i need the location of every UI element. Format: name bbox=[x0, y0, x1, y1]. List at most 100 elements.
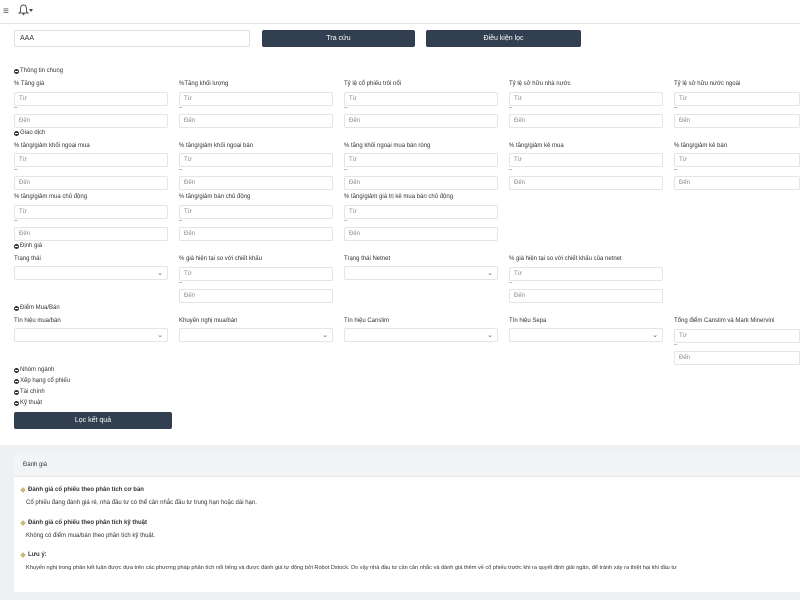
range-dash: – bbox=[179, 218, 183, 224]
to-input[interactable]: Đến bbox=[14, 176, 168, 190]
to-input[interactable]: Đến bbox=[14, 114, 168, 128]
from-input[interactable]: Từ bbox=[344, 153, 498, 167]
status-select[interactable]: ⌄ bbox=[14, 266, 168, 280]
field-label: % tăng/giảm khối ngoại bán bbox=[179, 143, 254, 149]
to-input[interactable]: Đến bbox=[344, 114, 498, 128]
section-trading[interactable]: Giao dịch bbox=[14, 130, 45, 136]
evaluation-text: Cổ phiếu đang đánh giá rẻ, nhà đầu tư có… bbox=[26, 500, 257, 506]
filter-conditions-button[interactable]: Điều kiện lọc bbox=[426, 30, 581, 47]
to-input[interactable]: Đến bbox=[179, 114, 333, 128]
to-input[interactable]: Đến bbox=[674, 114, 800, 128]
evaluation-title: Đánh giá bbox=[23, 462, 48, 468]
search-input[interactable]: AAA bbox=[14, 30, 250, 47]
from-input[interactable]: Từ bbox=[179, 205, 333, 219]
field-label: Trạng thái Netnet bbox=[344, 256, 391, 262]
section-buy-sell-points[interactable]: Điểm Mua/Bán bbox=[14, 305, 60, 311]
filter-results-button[interactable]: Lọc kết quả bbox=[14, 412, 172, 429]
to-input[interactable]: Đến bbox=[179, 176, 333, 190]
field-label: Tín hiệu mua/bán bbox=[14, 318, 61, 324]
field-label: %Tăng khối lượng bbox=[179, 81, 229, 87]
field-label: % giá hiện tại so với chiết khấu bbox=[179, 256, 262, 262]
evaluation-heading: Lưu ý: bbox=[28, 552, 47, 558]
section-technical[interactable]: Kỹ thuật bbox=[14, 400, 42, 406]
to-input[interactable]: Đến bbox=[509, 176, 663, 190]
to-input[interactable]: Đến bbox=[509, 114, 663, 128]
field-label: % tăng/giảm kê mua bbox=[509, 143, 564, 149]
section-label: Xếp hạng cổ phiếu bbox=[20, 378, 71, 384]
from-input[interactable]: Từ bbox=[674, 92, 800, 106]
bottom-strip bbox=[0, 594, 800, 600]
canslim-signal-select[interactable]: ⌄ bbox=[344, 328, 498, 342]
sepa-signal-select[interactable]: ⌄ bbox=[509, 328, 663, 342]
field-label: Trạng thái bbox=[14, 256, 41, 262]
field-label: Tỷ lệ sở hữu nước ngoài bbox=[674, 81, 741, 87]
evaluation-heading: Đánh giá cổ phiếu theo phân tích cơ bản bbox=[28, 487, 144, 493]
from-input[interactable]: Từ bbox=[509, 153, 663, 167]
range-dash: – bbox=[509, 280, 513, 286]
from-input[interactable]: Từ bbox=[179, 92, 333, 106]
to-input[interactable]: Đến bbox=[344, 176, 498, 190]
field-label: % tăng/giảm mua chủ động bbox=[14, 194, 88, 200]
from-input[interactable]: Từ bbox=[674, 329, 800, 343]
recommendation-select[interactable]: ⌄ bbox=[179, 328, 333, 342]
to-input[interactable]: Đến bbox=[674, 351, 800, 365]
section-label: Tài chính bbox=[20, 389, 45, 395]
range-dash: – bbox=[344, 218, 348, 224]
evaluation-text: Khuyến nghị trong phần kết luận được dựa… bbox=[26, 565, 677, 571]
chevron-down-icon[interactable] bbox=[29, 9, 33, 12]
bullet-diamond-icon bbox=[20, 552, 26, 558]
to-input[interactable]: Đến bbox=[509, 289, 663, 303]
from-input[interactable]: Từ bbox=[509, 92, 663, 106]
to-input[interactable]: Đến bbox=[179, 227, 333, 241]
lookup-button[interactable]: Tra cứu bbox=[262, 30, 415, 47]
field-label: % tăng/giảm giá trị kê mua bán chủ động bbox=[344, 194, 454, 200]
evaluation-header: Đánh giá bbox=[14, 453, 800, 477]
from-input[interactable]: Từ bbox=[14, 205, 168, 219]
section-valuation[interactable]: Định giá bbox=[14, 243, 42, 249]
buy-sell-signal-select[interactable]: ⌄ bbox=[14, 328, 168, 342]
from-input[interactable]: Từ bbox=[674, 153, 800, 167]
from-input[interactable]: Từ bbox=[344, 92, 498, 106]
hamburger-icon[interactable]: ≡ bbox=[3, 6, 9, 17]
collapse-icon bbox=[14, 130, 19, 136]
section-label: Nhóm ngành bbox=[20, 367, 55, 373]
section-label: Thông tin chung bbox=[20, 68, 64, 74]
chevron-down-icon: ⌄ bbox=[487, 332, 493, 339]
chevron-down-icon: ⌄ bbox=[157, 270, 163, 277]
field-label: Tín hiệu Sepa bbox=[509, 318, 547, 324]
section-stock-ranking[interactable]: Xếp hạng cổ phiếu bbox=[14, 378, 70, 384]
collapse-icon bbox=[14, 305, 19, 311]
from-input[interactable]: Từ bbox=[179, 267, 333, 281]
expand-icon bbox=[14, 378, 19, 384]
range-dash: – bbox=[344, 167, 348, 173]
range-dash: – bbox=[14, 167, 18, 173]
section-industry-group[interactable]: Nhóm ngành bbox=[14, 367, 54, 373]
from-input[interactable]: Từ bbox=[14, 92, 168, 106]
chevron-down-icon: ⌄ bbox=[652, 332, 658, 339]
from-input[interactable]: Từ bbox=[509, 267, 663, 281]
section-finance[interactable]: Tài chính bbox=[14, 389, 45, 395]
to-input[interactable]: Đến bbox=[14, 227, 168, 241]
to-input[interactable]: Đến bbox=[674, 176, 800, 190]
chevron-down-icon: ⌄ bbox=[322, 332, 328, 339]
field-label: Khuyến nghị mua/bán bbox=[179, 318, 238, 324]
field-label: % giá hiện tại so với chiết khấu của net… bbox=[509, 256, 622, 262]
field-label: % Tăng giá bbox=[14, 81, 45, 87]
range-dash: – bbox=[179, 280, 183, 286]
section-general[interactable]: Thông tin chung bbox=[14, 68, 63, 74]
bullet-diamond-icon bbox=[20, 487, 26, 493]
to-input[interactable]: Đến bbox=[344, 227, 498, 241]
from-input[interactable]: Từ bbox=[179, 153, 333, 167]
field-label: % tăng khối ngoại mua bán ròng bbox=[344, 143, 431, 149]
bell-icon[interactable] bbox=[17, 4, 30, 18]
field-label: % tăng/giảm khối ngoại mua bbox=[14, 143, 90, 149]
from-input[interactable]: Từ bbox=[344, 205, 498, 219]
range-dash: – bbox=[179, 167, 183, 173]
collapse-icon bbox=[14, 243, 19, 249]
to-input[interactable]: Đến bbox=[179, 289, 333, 303]
top-bar: ≡ bbox=[0, 0, 800, 24]
expand-icon bbox=[14, 400, 19, 406]
from-input[interactable]: Từ bbox=[14, 153, 168, 167]
netnet-status-select[interactable]: ⌄ bbox=[344, 266, 498, 280]
field-label: Tỷ lệ cổ phiếu trôi nổi bbox=[344, 81, 402, 87]
